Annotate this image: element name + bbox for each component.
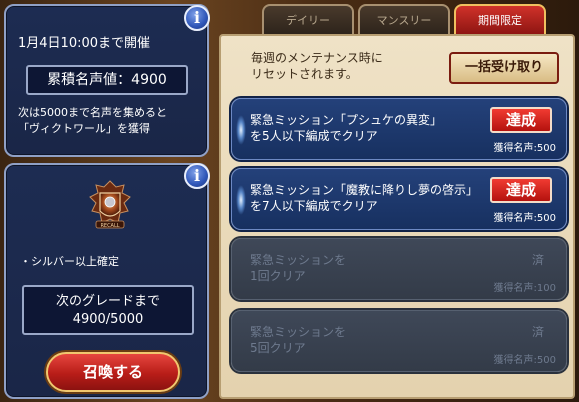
mission-reward: 獲得名声:500 bbox=[493, 143, 556, 154]
next-grade-box: 次のグレードまで 4900/5000 bbox=[22, 285, 194, 335]
mission-reward: 獲得名声:500 bbox=[493, 213, 556, 224]
mission-title-line1: 緊急ミッション「魔教に降りし夢の啓示」 bbox=[250, 183, 479, 197]
next-reward-line1: 次は5000まで名声を集めると bbox=[18, 106, 167, 119]
mission-title-line2: 1回クリア bbox=[250, 269, 306, 283]
summon-button[interactable]: 召喚する bbox=[46, 352, 180, 392]
fame-label: 累積名声値： bbox=[47, 72, 132, 88]
completed-mark: 済 bbox=[531, 325, 544, 339]
fame-value: 4900 bbox=[131, 72, 167, 88]
tab-daily[interactable]: デイリー bbox=[262, 4, 354, 34]
silver-guarantee-text: ・シルバー以上確定 bbox=[20, 255, 119, 268]
total-fame-box: 累積名声値：4900 bbox=[26, 65, 188, 95]
completed-mark: 済 bbox=[531, 253, 544, 267]
next-grade-label: 次のグレードまで bbox=[55, 294, 160, 309]
mission-title: 緊急ミッション「プシュケの異変」 を5人以下編成でクリア bbox=[250, 112, 442, 144]
mission-title-line1: 緊急ミッションを bbox=[250, 253, 347, 267]
mission-item: 緊急ミッション「プシュケの異変」 を5人以下編成でクリア 達成 獲得名声:500 bbox=[231, 98, 567, 160]
tab-limited-time[interactable]: 期間限定 bbox=[454, 4, 546, 34]
collect-all-button[interactable]: 一括受け取り bbox=[449, 52, 559, 84]
silver-crest-icon: RECALL bbox=[89, 180, 131, 229]
mission-reward: 獲得名声:500 bbox=[493, 355, 556, 366]
reset-notice-line2: リセットされます。 bbox=[251, 67, 358, 81]
mission-title-line1: 緊急ミッションを bbox=[250, 325, 347, 339]
achieved-button[interactable]: 達成 bbox=[490, 107, 552, 133]
mission-list-panel: 毎週のメンテナンス時に リセットされます。 一括受け取り 緊急ミッション「プシュ… bbox=[219, 34, 575, 399]
mission-title-line2: を7人以下編成でクリア bbox=[250, 199, 378, 213]
info-icon[interactable]: i bbox=[184, 163, 210, 189]
tab-monthly[interactable]: マンスリー bbox=[358, 4, 450, 34]
mission-title: 緊急ミッション「魔教に降りし夢の啓示」 を7人以下編成でクリア bbox=[250, 182, 478, 214]
sparkle-icon bbox=[236, 185, 246, 215]
reset-notice: 毎週のメンテナンス時に リセットされます。 bbox=[251, 50, 383, 82]
next-grade-progress: 4900/5000 bbox=[72, 312, 144, 327]
crest-text: RECALL bbox=[100, 223, 119, 229]
event-deadline: 1月4日10:00まで開催 bbox=[18, 36, 151, 51]
mission-title: 緊急ミッションを 1回クリア bbox=[250, 252, 346, 284]
mission-title-line2: 5回クリア bbox=[250, 341, 306, 355]
next-reward-text: 次は5000まで名声を集めると 「ヴィクトワール」を獲得 bbox=[18, 105, 204, 137]
mission-item-completed: 緊急ミッションを 1回クリア 済 獲得名声:100 bbox=[231, 238, 567, 300]
mission-title-line1: 緊急ミッション「プシュケの異変」 bbox=[250, 113, 443, 127]
achieved-button[interactable]: 達成 bbox=[490, 177, 552, 203]
mission-title-line2: を5人以下編成でクリア bbox=[250, 129, 378, 143]
info-icon[interactable]: i bbox=[184, 5, 210, 31]
sparkle-icon bbox=[236, 115, 246, 145]
reset-notice-line1: 毎週のメンテナンス時に bbox=[251, 51, 383, 65]
next-reward-line2: 「ヴィクトワール」を獲得 bbox=[18, 122, 150, 135]
mission-title: 緊急ミッションを 5回クリア bbox=[250, 324, 346, 356]
mission-item-completed: 緊急ミッションを 5回クリア 済 獲得名声:500 bbox=[231, 310, 567, 372]
summon-panel: i RECALL ・シルバー以上確定 次のグレードまで 4900/5000 召喚… bbox=[4, 163, 210, 399]
mission-reward: 獲得名声:100 bbox=[493, 283, 556, 294]
event-info-panel: i 1月4日10:00まで開催 累積名声値：4900 次は5000まで名声を集め… bbox=[4, 4, 210, 157]
mission-item: 緊急ミッション「魔教に降りし夢の啓示」 を7人以下編成でクリア 達成 獲得名声:… bbox=[231, 168, 567, 230]
